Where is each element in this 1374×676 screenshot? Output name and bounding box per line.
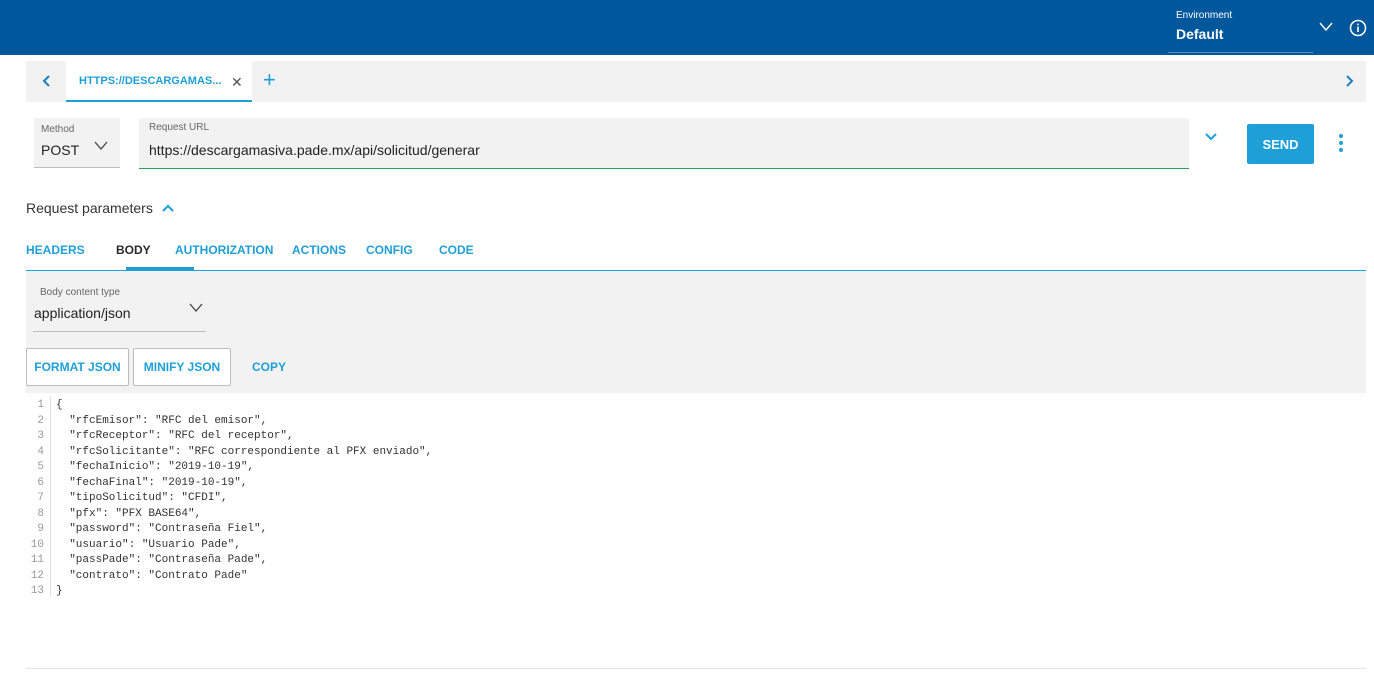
- chevron-down-icon[interactable]: [1203, 130, 1219, 144]
- minify-json-button[interactable]: MINIFY JSON: [133, 348, 231, 386]
- environment-value: Default: [1176, 26, 1224, 42]
- content-type-value: application/json: [34, 305, 131, 321]
- chevron-right-icon[interactable]: [1342, 74, 1356, 88]
- environment-selector[interactable]: Environment Default: [1168, 0, 1313, 53]
- body-panel: Body content type application/json FORMA…: [26, 271, 1366, 393]
- code-text[interactable]: "pfx": "PFX BASE64",: [56, 508, 201, 520]
- code-editor[interactable]: 1{2 "rfcEmisor": "RFC del emisor", 3 "rfc…: [26, 396, 1366, 648]
- divider: [26, 668, 1366, 669]
- request-parameters-title: Request parameters: [26, 200, 153, 216]
- code-text[interactable]: {: [56, 399, 63, 411]
- code-line[interactable]: 2 "rfcEmisor": "RFC del emisor",: [26, 415, 1366, 430]
- active-tab-indicator: [126, 267, 194, 270]
- app-header: Environment Default: [0, 0, 1374, 55]
- code-text[interactable]: "rfcReceptor": "RFC del receptor",: [56, 430, 293, 442]
- chevron-up-icon[interactable]: [161, 202, 175, 214]
- line-number: 10: [30, 538, 44, 551]
- format-json-button[interactable]: FORMAT JSON: [26, 348, 129, 386]
- line-number: 11: [30, 554, 44, 566]
- tab-headers[interactable]: HEADERS: [26, 243, 85, 257]
- code-text[interactable]: "passPade": "Contraseña Pade",: [56, 554, 267, 566]
- code-line[interactable]: 3 "rfcReceptor": "RFC del receptor",: [26, 430, 1366, 445]
- code-text[interactable]: "usuario": "Usuario Pade",: [56, 539, 241, 551]
- tab-body[interactable]: BODY: [116, 243, 151, 257]
- close-icon[interactable]: ✕: [231, 74, 243, 91]
- code-text[interactable]: "rfcSolicitante": "RFC correspondiente a…: [56, 446, 432, 458]
- code-line[interactable]: 7 "tipoSolicitud": "CFDI",: [26, 492, 1366, 507]
- line-number: 6: [37, 476, 44, 489]
- line-number: 12: [30, 569, 44, 582]
- request-tab-label: HTTPS://DESCARGAMAS...: [79, 75, 222, 87]
- url-label: Request URL: [149, 122, 210, 133]
- chevron-down-icon: [94, 141, 108, 150]
- tab-authorization[interactable]: AUTHORIZATION: [175, 243, 273, 257]
- line-number: 8: [37, 507, 44, 520]
- code-text[interactable]: "contrato": "Contrato Pade": [56, 570, 247, 582]
- request-tab[interactable]: HTTPS://DESCARGAMAS... ✕: [66, 61, 252, 102]
- line-number: 3: [37, 430, 44, 442]
- code-line[interactable]: 10 "usuario": "Usuario Pade",: [26, 539, 1366, 554]
- code-line[interactable]: 6 "fechaFinal": "2019-10-19",: [26, 477, 1366, 492]
- environment-label: Environment: [1176, 10, 1233, 21]
- body-content-type-select[interactable]: Body content type application/json: [33, 283, 206, 332]
- method-value: POST: [41, 142, 80, 158]
- line-number: 1: [37, 399, 44, 411]
- info-icon[interactable]: [1349, 19, 1367, 37]
- code-text[interactable]: "password": "Contraseña Fiel",: [56, 523, 267, 535]
- line-number: 4: [37, 445, 44, 458]
- code-text[interactable]: }: [56, 585, 63, 597]
- code-line[interactable]: 5 "fechaInicio": "2019-10-19",: [26, 461, 1366, 476]
- request-url-field[interactable]: Request URL https://descargamasiva.pade.…: [139, 118, 1189, 169]
- code-line[interactable]: 12 "contrato": "Contrato Pade": [26, 570, 1366, 585]
- copy-button[interactable]: COPY: [252, 360, 286, 374]
- tab-config[interactable]: CONFIG: [366, 243, 413, 257]
- code-text[interactable]: "rfcEmisor": "RFC del emisor",: [56, 415, 267, 427]
- line-number: 13: [30, 585, 44, 597]
- request-tab-bar: HTTPS://DESCARGAMAS... ✕ +: [26, 61, 1366, 102]
- code-line[interactable]: 13}: [26, 585, 1366, 600]
- code-line[interactable]: 9 "password": "Contraseña Fiel",: [26, 523, 1366, 538]
- line-number: 5: [37, 461, 44, 473]
- code-line[interactable]: 4 "rfcSolicitante": "RFC correspondiente…: [26, 446, 1366, 461]
- url-input[interactable]: https://descargamasiva.pade.mx/api/solic…: [149, 142, 480, 158]
- code-line[interactable]: 8 "pfx": "PFX BASE64",: [26, 508, 1366, 523]
- send-button[interactable]: SEND: [1247, 124, 1314, 164]
- tab-actions[interactable]: ACTIONS: [292, 243, 346, 257]
- line-number: 2: [37, 414, 44, 427]
- method-select[interactable]: Method POST: [34, 118, 120, 168]
- line-number: 9: [37, 523, 44, 535]
- method-label: Method: [41, 124, 75, 135]
- parameter-tabs: HEADERS BODY AUTHORIZATION ACTIONS CONFI…: [26, 240, 1366, 271]
- code-line[interactable]: 11 "passPade": "Contraseña Pade",: [26, 554, 1366, 569]
- chevron-left-icon[interactable]: [40, 74, 54, 88]
- tab-code[interactable]: CODE: [439, 243, 474, 257]
- more-vert-icon[interactable]: [1337, 132, 1345, 154]
- code-text[interactable]: "fechaInicio": "2019-10-19",: [56, 461, 254, 473]
- chevron-down-icon[interactable]: [1318, 20, 1334, 34]
- plus-icon[interactable]: +: [263, 69, 276, 91]
- line-number: 7: [37, 492, 44, 504]
- code-text[interactable]: "tipoSolicitud": "CFDI",: [56, 492, 227, 504]
- content-type-label: Body content type: [40, 287, 121, 298]
- code-line[interactable]: 1{: [26, 399, 1366, 414]
- chevron-down-icon: [189, 303, 203, 312]
- code-text[interactable]: "fechaFinal": "2019-10-19",: [56, 477, 247, 489]
